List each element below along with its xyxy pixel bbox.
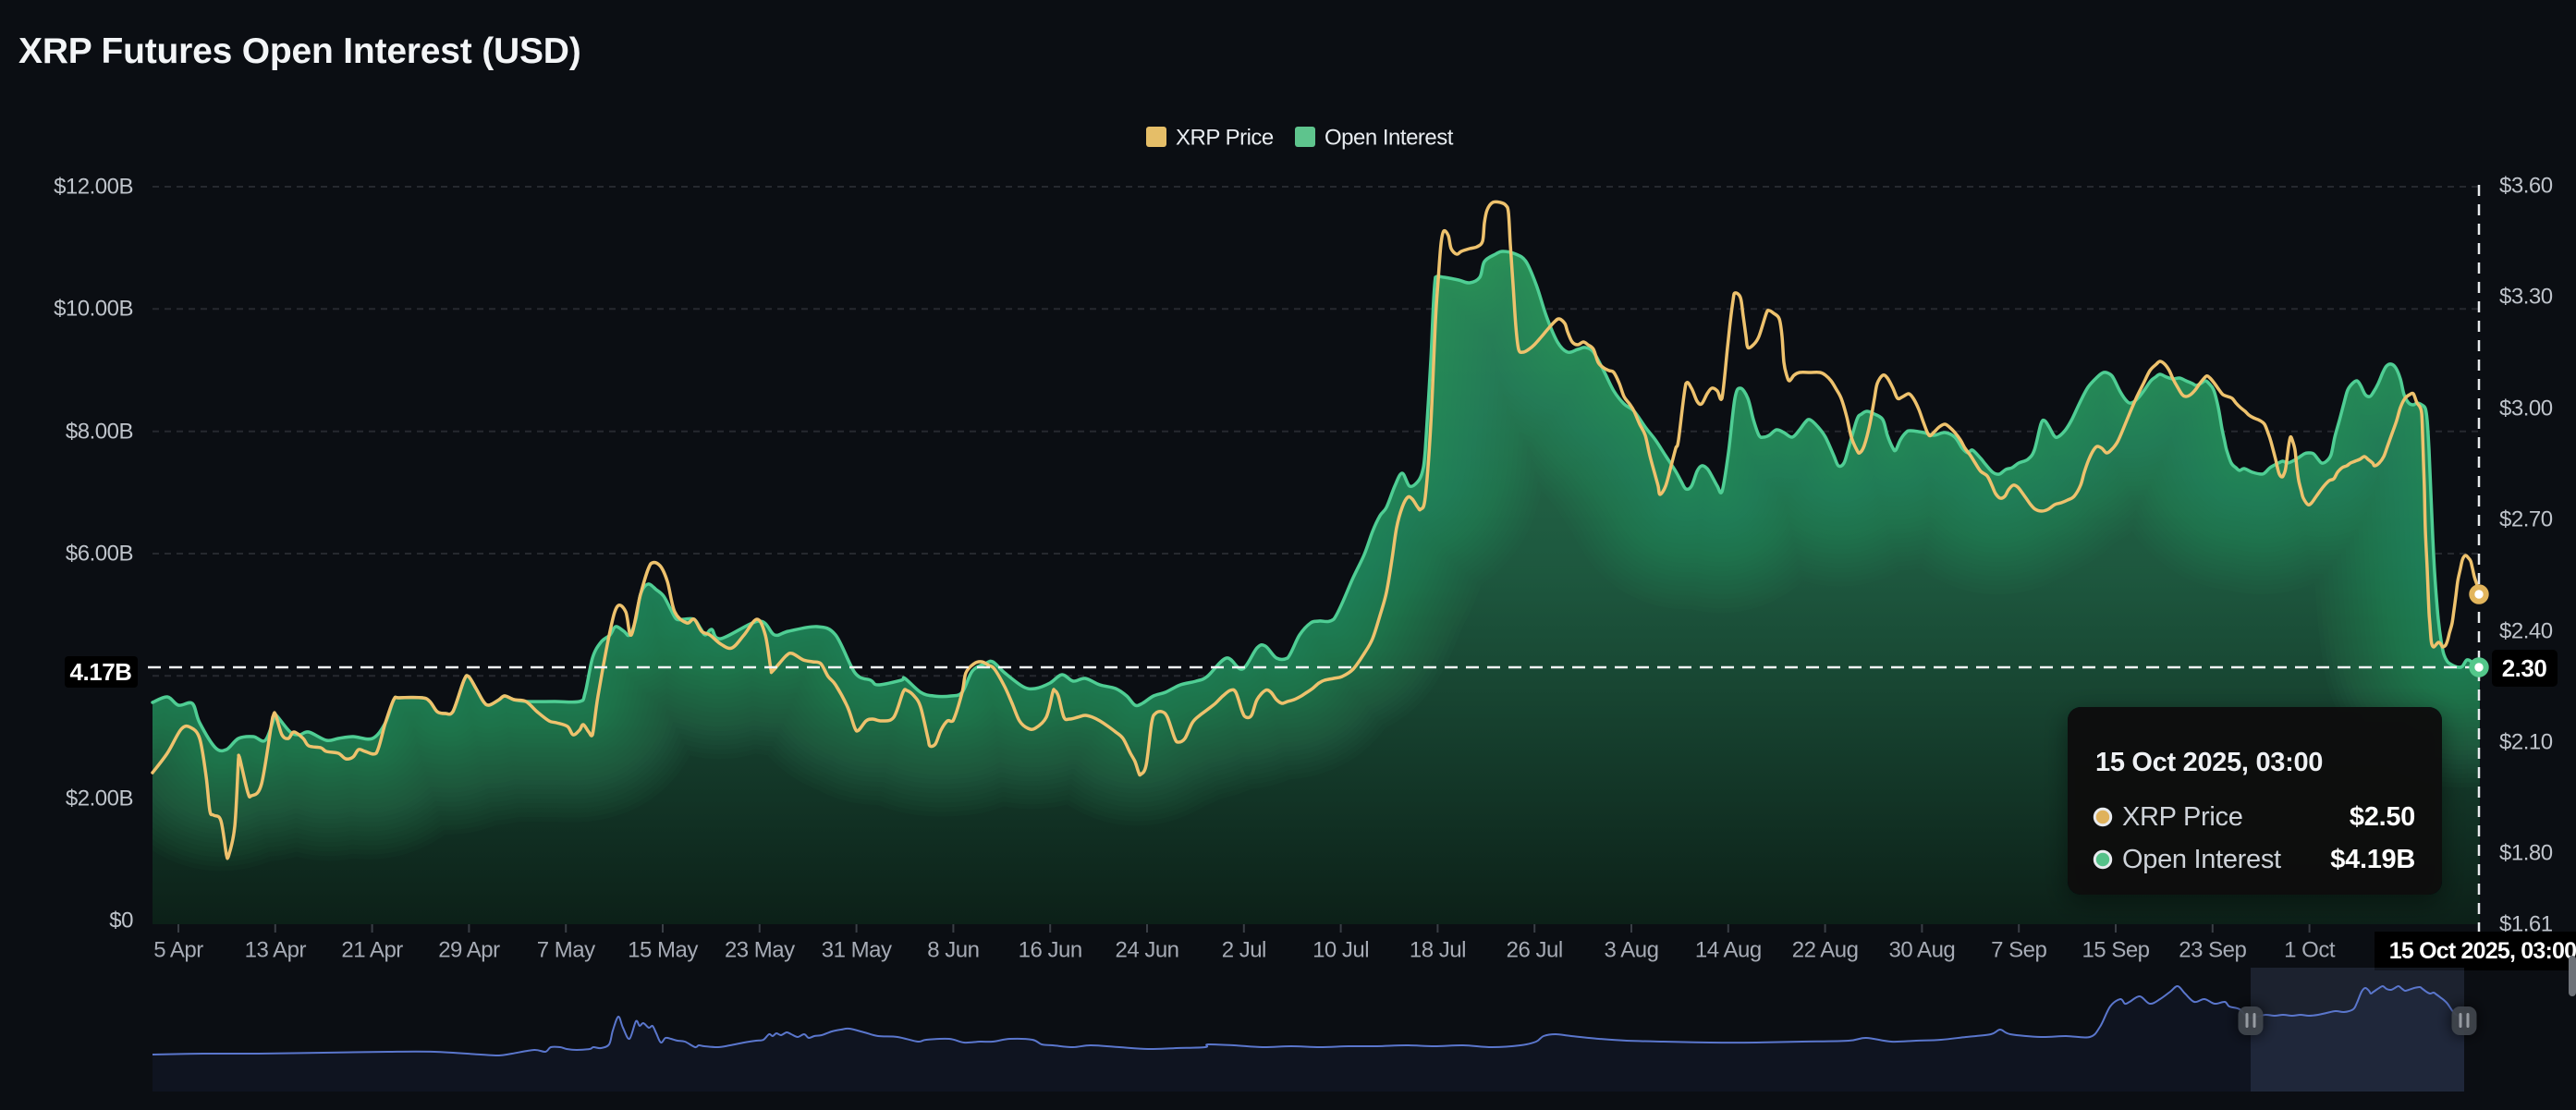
svg-text:XRP Price: XRP Price <box>2122 802 2243 832</box>
svg-text:3 Aug: 3 Aug <box>1605 938 1659 963</box>
svg-text:1 Oct: 1 Oct <box>2284 938 2336 963</box>
svg-text:$4.19B: $4.19B <box>2330 845 2415 874</box>
svg-text:24 Jun: 24 Jun <box>1115 938 1178 963</box>
svg-text:$2.50: $2.50 <box>2350 802 2415 832</box>
svg-text:15 Sep: 15 Sep <box>2082 938 2149 963</box>
svg-text:31 May: 31 May <box>822 938 892 963</box>
svg-text:$2.70: $2.70 <box>2499 507 2553 532</box>
svg-text:16 Jun: 16 Jun <box>1019 938 1082 963</box>
svg-text:2.30: 2.30 <box>2502 654 2547 682</box>
svg-text:Open Interest: Open Interest <box>1325 126 1454 151</box>
svg-text:7 May: 7 May <box>537 938 595 963</box>
svg-text:5 Apr: 5 Apr <box>153 938 203 963</box>
svg-text:21 Apr: 21 Apr <box>341 938 403 963</box>
svg-text:$1.80: $1.80 <box>2499 841 2553 866</box>
svg-text:$0: $0 <box>109 909 133 933</box>
svg-text:7 Sep: 7 Sep <box>1991 938 2046 963</box>
svg-text:XRP Futures Open Interest (USD: XRP Futures Open Interest (USD) <box>18 31 581 71</box>
svg-text:$12.00B: $12.00B <box>54 175 133 200</box>
svg-text:13 Apr: 13 Apr <box>245 938 307 963</box>
svg-text:XRP Price: XRP Price <box>1176 126 1274 151</box>
svg-text:$8.00B: $8.00B <box>66 420 133 445</box>
svg-text:10 Jul: 10 Jul <box>1312 938 1369 963</box>
svg-text:15 Oct 2025, 03:00: 15 Oct 2025, 03:00 <box>2095 748 2323 777</box>
svg-text:30 Aug: 30 Aug <box>1889 938 1956 963</box>
svg-text:23 May: 23 May <box>725 938 795 963</box>
svg-text:26 Jul: 26 Jul <box>1507 938 1563 963</box>
svg-text:2 Jul: 2 Jul <box>1222 938 1266 963</box>
svg-text:$2.40: $2.40 <box>2499 619 2553 644</box>
svg-text:$3.00: $3.00 <box>2499 396 2553 421</box>
svg-text:15 May: 15 May <box>628 938 698 963</box>
svg-text:15 Oct 2025, 03:00: 15 Oct 2025, 03:00 <box>2389 938 2576 964</box>
svg-text:$2.00B: $2.00B <box>66 787 133 811</box>
svg-text:$3.60: $3.60 <box>2499 174 2553 199</box>
svg-text:23 Sep: 23 Sep <box>2179 938 2246 963</box>
svg-text:8 Jun: 8 Jun <box>927 938 979 963</box>
svg-text:14 Aug: 14 Aug <box>1695 938 1762 963</box>
svg-text:$3.30: $3.30 <box>2499 285 2553 310</box>
svg-text:Open Interest: Open Interest <box>2122 845 2281 874</box>
svg-text:29 Apr: 29 Apr <box>438 938 500 963</box>
svg-text:4.17B: 4.17B <box>70 658 132 686</box>
svg-text:$10.00B: $10.00B <box>54 297 133 322</box>
svg-text:18 Jul: 18 Jul <box>1410 938 1466 963</box>
svg-text:22 Aug: 22 Aug <box>1792 938 1859 963</box>
svg-text:$6.00B: $6.00B <box>66 542 133 567</box>
svg-text:$2.10: $2.10 <box>2499 730 2553 755</box>
